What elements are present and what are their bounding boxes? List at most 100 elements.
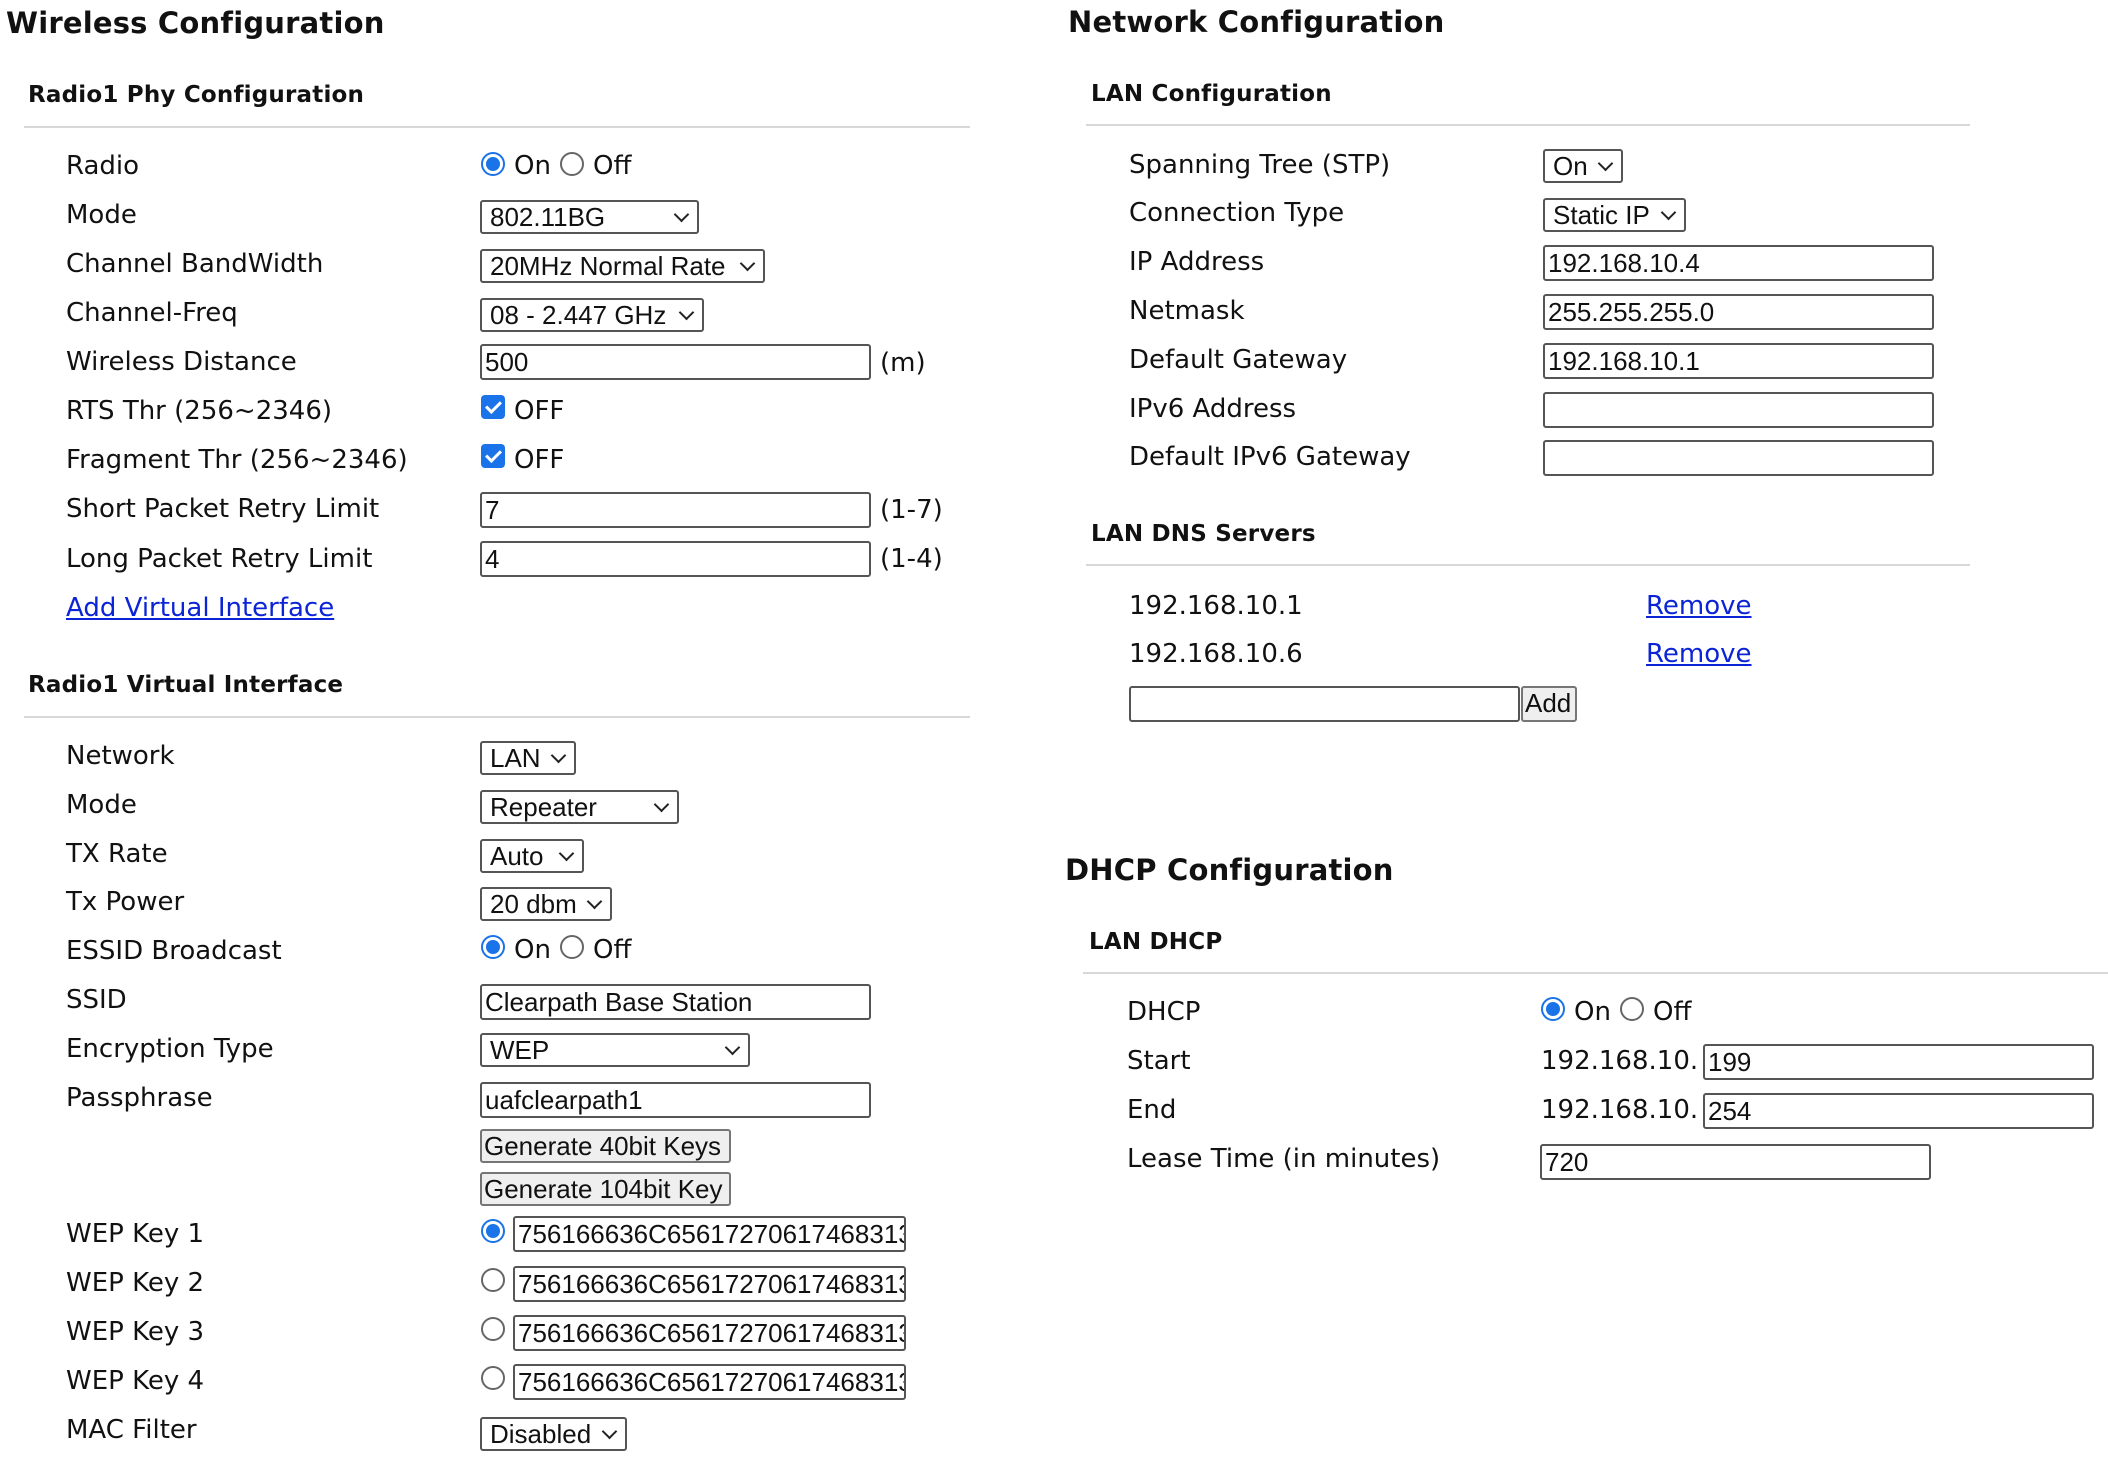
ipv6-gateway-label: Default IPv6 Gateway — [1129, 442, 1411, 472]
section-divider — [1086, 124, 1970, 126]
vif-mode-select[interactable]: Repeater — [480, 790, 679, 824]
wep-key1-input[interactable]: 756166636C656172706174683131 — [513, 1216, 906, 1252]
network-select[interactable]: LAN — [480, 741, 576, 775]
ssid-label: SSID — [66, 985, 127, 1015]
tx-power-label: Tx Power — [66, 887, 185, 917]
dhcp-off-radio[interactable] — [1620, 997, 1644, 1021]
end-input[interactable]: 254 — [1703, 1093, 2094, 1129]
essid-broadcast-label: ESSID Broadcast — [66, 936, 282, 966]
ip-address-label: IP Address — [1129, 247, 1265, 277]
mode-select[interactable]: 802.11BG — [480, 200, 699, 234]
dns-server-2: 192.168.10.6 — [1129, 639, 1303, 669]
stp-select[interactable]: On — [1543, 149, 1623, 183]
essid-off-radio[interactable] — [560, 935, 584, 959]
lan-config-section-title: LAN Configuration — [1091, 81, 1332, 107]
short-retry-range: (1-7) — [880, 495, 943, 525]
remove-dns-2-link[interactable]: Remove — [1646, 638, 1752, 670]
long-retry-input[interactable]: 4 — [480, 541, 871, 577]
distance-label: Wireless Distance — [66, 347, 297, 377]
wep-key4-input[interactable]: 756166636C656172706174683131 — [513, 1364, 906, 1400]
wep-key2-radio[interactable] — [481, 1268, 505, 1292]
wep-key3-radio[interactable] — [481, 1317, 505, 1341]
end-label: End — [1127, 1095, 1177, 1125]
mac-filter-label: MAC Filter — [66, 1415, 197, 1445]
section-divider — [1086, 564, 1970, 566]
passphrase-label: Passphrase — [66, 1083, 213, 1113]
ipv6-address-label: IPv6 Address — [1129, 394, 1297, 424]
radio-label: Radio — [66, 151, 140, 181]
bandwidth-select[interactable]: 20MHz Normal Rate — [480, 249, 765, 283]
dns-servers-section-title: LAN DNS Servers — [1091, 521, 1316, 547]
radio-on-radio[interactable] — [481, 152, 505, 176]
encryption-label: Encryption Type — [66, 1034, 274, 1064]
virtual-interface-section-title: Radio1 Virtual Interface — [28, 672, 344, 698]
radio-off-radio[interactable] — [560, 152, 584, 176]
wep-key3-label: WEP Key 3 — [66, 1317, 205, 1347]
end-prefix: 192.168.10. — [1541, 1095, 1699, 1125]
encryption-select[interactable]: WEP — [480, 1033, 750, 1067]
dhcp-label: DHCP — [1127, 997, 1201, 1027]
short-retry-label: Short Packet Retry Limit — [66, 494, 380, 524]
add-dns-button[interactable]: Add — [1521, 686, 1577, 722]
long-retry-range: (1-4) — [880, 544, 943, 574]
vif-mode-label: Mode — [66, 790, 137, 820]
start-input[interactable]: 199 — [1703, 1044, 2094, 1080]
lease-time-input[interactable]: 720 — [1540, 1144, 1931, 1180]
ipv6-address-input[interactable] — [1543, 392, 1934, 428]
tx-power-select[interactable]: 20 dbm — [480, 887, 612, 921]
lan-dhcp-section-title: LAN DHCP — [1089, 929, 1223, 955]
wep-key1-radio[interactable] — [481, 1219, 505, 1243]
lease-time-label: Lease Time (in minutes) — [1127, 1144, 1441, 1174]
network-label: Network — [66, 741, 175, 771]
short-retry-input[interactable]: 7 — [480, 492, 871, 528]
generate-40bit-keys-button[interactable]: Generate 40bit Keys — [480, 1129, 731, 1163]
mode-label: Mode — [66, 200, 137, 230]
passphrase-input[interactable]: uafclearpath1 — [480, 1082, 871, 1118]
wep-key1-label: WEP Key 1 — [66, 1219, 205, 1249]
essid-on-label: On — [514, 935, 551, 965]
start-label: Start — [1127, 1046, 1191, 1076]
wep-key4-label: WEP Key 4 — [66, 1366, 205, 1396]
mac-filter-select[interactable]: Disabled — [480, 1417, 627, 1451]
tx-rate-select[interactable]: Auto — [480, 839, 584, 873]
wep-key2-input[interactable]: 756166636C656172706174683131 — [513, 1266, 906, 1302]
essid-off-label: Off — [593, 935, 632, 965]
distance-input[interactable]: 500 — [480, 344, 871, 380]
stp-label: Spanning Tree (STP) — [1129, 150, 1391, 180]
generate-104bit-key-button[interactable]: Generate 104bit Key — [480, 1172, 731, 1206]
dhcp-on-radio[interactable] — [1541, 997, 1565, 1021]
remove-dns-1-link[interactable]: Remove — [1646, 590, 1752, 622]
essid-on-radio[interactable] — [481, 935, 505, 959]
ssid-input[interactable]: Clearpath Base Station — [480, 984, 871, 1020]
add-virtual-interface-link[interactable]: Add Virtual Interface — [66, 592, 334, 624]
fragment-checkbox[interactable] — [481, 444, 505, 468]
connection-type-select[interactable]: Static IP — [1543, 198, 1686, 232]
wep-key4-radio[interactable] — [481, 1366, 505, 1390]
network-config-title: Network Configuration — [1068, 5, 1445, 39]
netmask-label: Netmask — [1129, 296, 1245, 326]
netmask-input[interactable]: 255.255.255.0 — [1543, 294, 1934, 330]
default-gateway-input[interactable]: 192.168.10.1 — [1543, 343, 1934, 379]
wep-key3-input[interactable]: 756166636C656172706174683131 — [513, 1315, 906, 1351]
start-prefix: 192.168.10. — [1541, 1046, 1699, 1076]
long-retry-label: Long Packet Retry Limit — [66, 544, 373, 574]
channel-select[interactable]: 08 - 2.447 GHz — [480, 298, 704, 332]
radio-on-label: On — [514, 151, 551, 181]
new-dns-input[interactable] — [1129, 686, 1520, 722]
fragment-checkbox-label: OFF — [514, 445, 565, 475]
radio-off-label: Off — [593, 151, 632, 181]
rts-label: RTS Thr (256~2346) — [66, 396, 333, 426]
ip-address-input[interactable]: 192.168.10.4 — [1543, 245, 1934, 281]
ipv6-gateway-input[interactable] — [1543, 440, 1934, 476]
wireless-config-title: Wireless Configuration — [6, 6, 385, 40]
rts-checkbox-label: OFF — [514, 396, 565, 426]
bandwidth-label: Channel BandWidth — [66, 249, 324, 279]
dhcp-on-label: On — [1574, 997, 1611, 1027]
radio-phy-section-title: Radio1 Phy Configuration — [28, 82, 365, 108]
tx-rate-label: TX Rate — [66, 839, 168, 869]
distance-unit: (m) — [880, 348, 926, 378]
connection-type-label: Connection Type — [1129, 198, 1345, 228]
dhcp-config-title: DHCP Configuration — [1065, 853, 1394, 887]
rts-checkbox[interactable] — [481, 395, 505, 419]
dns-server-1: 192.168.10.1 — [1129, 591, 1303, 621]
